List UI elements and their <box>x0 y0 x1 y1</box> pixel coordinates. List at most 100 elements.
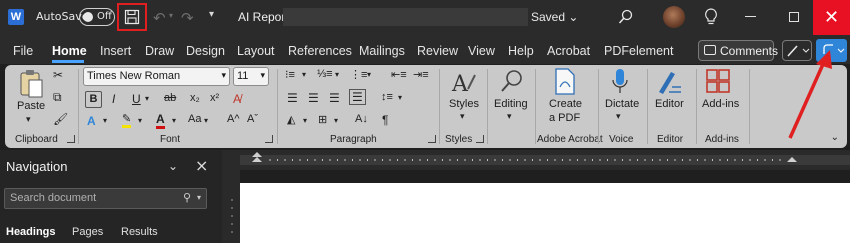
autosave-toggle[interactable]: Off <box>79 8 115 26</box>
search-icon[interactable]: ⚲ <box>183 191 191 204</box>
chevron-down-icon[interactable]: ⌄ <box>168 159 178 173</box>
sort-icon[interactable]: A↓ <box>355 113 368 125</box>
highlight-icon[interactable]: ✎ <box>122 112 132 128</box>
show-formatting-icon[interactable]: ¶ <box>382 113 388 127</box>
chevron-down-icon[interactable]: ▾ <box>460 111 465 122</box>
dictate-label[interactable]: Dictate <box>605 98 639 110</box>
tab-help[interactable]: Help <box>508 44 534 58</box>
chevron-down-icon[interactable]: ▾ <box>334 116 338 125</box>
create-pdf-label-line1[interactable]: Create <box>549 98 582 110</box>
tab-insert[interactable]: Insert <box>100 44 131 58</box>
add-ins-icon[interactable] <box>706 69 730 93</box>
editor-icon[interactable] <box>655 68 683 96</box>
tab-mailings[interactable]: Mailings <box>359 44 405 58</box>
styles-icon[interactable]: A <box>451 69 477 95</box>
minimize-icon[interactable] <box>745 16 756 17</box>
chevron-down-icon[interactable]: ▾ <box>398 93 402 102</box>
document-page[interactable] <box>240 183 850 243</box>
create-pdf-label-line2[interactable]: a PDF <box>549 112 580 124</box>
microphone-icon[interactable] <box>612 68 628 96</box>
change-case-icon[interactable]: Aa <box>188 113 201 125</box>
superscript-icon[interactable]: x² <box>210 92 219 104</box>
chevron-down-icon[interactable]: ▾ <box>303 116 307 125</box>
chevron-down-icon[interactable]: ▾ <box>172 116 176 125</box>
borders-icon[interactable]: ⊞ <box>318 113 327 126</box>
cut-icon[interactable]: ✂ <box>53 68 63 82</box>
tab-references[interactable]: References <box>288 44 352 58</box>
copy-icon[interactable]: ⧉ <box>53 90 62 105</box>
editor-label[interactable]: Editor <box>655 98 684 110</box>
strikethrough-icon[interactable]: ab <box>164 92 176 104</box>
editing-label[interactable]: Editing <box>494 98 528 110</box>
format-painter-icon[interactable]: 🖌 <box>53 112 68 126</box>
align-left-icon[interactable]: ☰ <box>287 91 298 105</box>
font-name-combo[interactable]: Times New Roman ▾ <box>83 67 230 86</box>
nav-tab-pages[interactable]: Pages <box>72 226 103 238</box>
subscript-icon[interactable]: x₂ <box>190 92 200 104</box>
customize-toolbar-icon[interactable]: ▾ <box>209 9 214 20</box>
font-size-combo[interactable]: 11 ▾ <box>233 67 269 86</box>
chevron-down-icon[interactable]: ▾ <box>302 70 306 79</box>
shrink-font-icon[interactable]: Aˇ <box>247 113 258 125</box>
font-launcher-icon[interactable] <box>265 135 273 143</box>
tab-pdfelement[interactable]: PDFelement <box>604 44 673 58</box>
search-document-box[interactable]: ⚲ ▾ <box>4 188 207 209</box>
tab-file[interactable]: File <box>13 44 33 58</box>
paste-label[interactable]: Paste <box>17 100 45 112</box>
chevron-down-icon[interactable]: ▾ <box>616 111 621 122</box>
document-title[interactable]: AI Report <box>238 10 289 24</box>
styles-launcher-icon[interactable] <box>476 135 484 143</box>
paragraph-launcher-icon[interactable] <box>428 135 436 143</box>
decrease-indent-icon[interactable]: ⇤≡ <box>391 68 407 81</box>
chevron-down-icon[interactable]: ▾ <box>103 116 107 125</box>
editing-icon[interactable] <box>499 68 525 94</box>
close-icon[interactable]: × <box>195 156 208 175</box>
underline-dropdown-icon[interactable]: ▾ <box>145 94 149 103</box>
tab-acrobat[interactable]: Acrobat <box>547 44 590 58</box>
tab-design[interactable]: Design <box>186 44 225 58</box>
numbering-icon[interactable]: ⅓≡ <box>317 68 333 80</box>
chevron-down-icon[interactable]: ▾ <box>138 116 142 125</box>
comments-button[interactable]: Comments <box>698 40 778 61</box>
clear-formatting-icon[interactable]: A̸ <box>233 92 241 106</box>
tab-home[interactable]: Home <box>52 44 87 58</box>
chevron-down-icon[interactable]: ▾ <box>197 193 201 202</box>
align-right-icon[interactable]: ☰ <box>329 91 340 105</box>
text-effects-icon[interactable]: A <box>87 114 96 128</box>
tab-review[interactable]: Review <box>417 44 458 58</box>
tab-draw[interactable]: Draw <box>145 44 174 58</box>
align-center-icon[interactable]: ☰ <box>308 91 319 105</box>
styles-label[interactable]: Styles <box>449 98 479 110</box>
underline-icon[interactable]: U <box>132 92 141 106</box>
bullets-icon[interactable]: ⁝≡ <box>285 68 295 81</box>
create-pdf-icon[interactable] <box>553 68 577 96</box>
justify-icon[interactable]: ☰ <box>349 89 366 105</box>
chevron-down-icon[interactable]: ▾ <box>204 116 208 125</box>
nav-tab-results[interactable]: Results <box>121 226 158 238</box>
nav-tab-headings[interactable]: Headings <box>6 226 56 238</box>
tab-view[interactable]: View <box>468 44 495 58</box>
save-status[interactable]: Saved ⌄ <box>531 10 578 24</box>
avatar[interactable] <box>663 6 685 28</box>
horizontal-ruler[interactable] <box>240 150 850 170</box>
undo-dropdown-icon[interactable]: ▾ <box>169 11 173 20</box>
paste-icon[interactable] <box>18 69 44 99</box>
redo-icon[interactable]: ↷ <box>181 9 194 27</box>
undo-icon[interactable]: ↶ <box>153 9 166 27</box>
chevron-down-icon[interactable]: ▾ <box>335 70 339 79</box>
save-button[interactable] <box>117 3 147 31</box>
chevron-down-icon[interactable]: ▾ <box>507 111 512 122</box>
font-color-icon[interactable]: A <box>156 112 165 129</box>
shading-icon[interactable]: ◭ <box>287 113 295 126</box>
chevron-down-icon[interactable]: ▾ <box>367 70 371 79</box>
add-ins-label[interactable]: Add-ins <box>702 98 739 110</box>
paste-dropdown-icon[interactable]: ▾ <box>26 114 31 125</box>
grow-font-icon[interactable]: A^ <box>227 113 240 125</box>
lightbulb-icon[interactable] <box>704 8 718 26</box>
line-spacing-icon[interactable]: ↕≡ <box>381 91 393 103</box>
tab-layout[interactable]: Layout <box>237 44 275 58</box>
clipboard-launcher-icon[interactable] <box>67 135 75 143</box>
italic-icon[interactable]: I <box>112 92 115 106</box>
increase-indent-icon[interactable]: ⇥≡ <box>413 68 429 81</box>
bold-icon[interactable]: B <box>85 91 102 108</box>
